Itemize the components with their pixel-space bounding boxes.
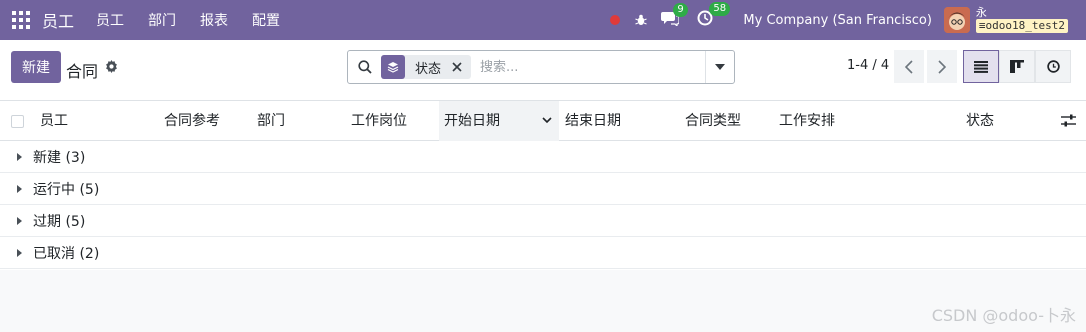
column-header-department[interactable]: 部门 (257, 101, 285, 141)
pager-value[interactable]: 1-4 / 4 (847, 58, 889, 73)
avatar-face-icon (943, 7, 970, 33)
group-label: 已取消 (2) (33, 245, 100, 262)
group-label: 运行中 (5) (33, 181, 100, 198)
activity-view-button[interactable] (1035, 50, 1071, 83)
menu-item-departments[interactable]: 部门 (148, 10, 176, 30)
messages-button[interactable]: 9 (661, 2, 688, 30)
chevron-right-icon (938, 59, 946, 74)
database-label: odoo18_test2 (985, 19, 1065, 32)
systray: 9 58 My Company (San Francisco) 永 ≡odoo1… (610, 0, 1086, 40)
gear-icon[interactable] (105, 60, 118, 73)
layers-icon (381, 55, 405, 79)
column-header-contract-reference[interactable]: 合同参考 (164, 101, 220, 141)
caret-right-icon (17, 152, 22, 161)
caret-right-icon (17, 216, 22, 225)
kanban-icon (1010, 60, 1024, 73)
clock-view-icon (1046, 60, 1060, 73)
list-view: 员工 合同参考 部门 工作岗位 开始日期 结束日期 合同类型 工作安排 状态 新… (0, 101, 1086, 270)
user-avatar[interactable] (943, 7, 970, 33)
database-name: ≡odoo18_test2 (975, 19, 1068, 33)
column-header-start-date[interactable]: 开始日期 (439, 101, 559, 141)
activities-button[interactable]: 58 (697, 2, 731, 30)
messages-count-badge: 9 (673, 2, 688, 17)
group-row-cancelled[interactable]: 已取消 (2) (0, 237, 1086, 269)
group-label: 过期 (5) (33, 213, 86, 230)
menu-item-employees[interactable]: 员工 (96, 10, 124, 30)
apps-menu-icon[interactable] (12, 11, 30, 29)
new-button[interactable]: 新建 (11, 51, 61, 83)
top-navbar: 员工 员工 部门 报表 配置 9 58 My Company (San Fran… (0, 0, 1086, 40)
caret-right-icon (17, 184, 22, 193)
watermark: CSDN @odoo-卜永 (931, 306, 1076, 325)
user-menu[interactable]: 永 ≡odoo18_test2 (975, 6, 1068, 33)
activities-count-badge: 58 (709, 2, 731, 16)
caret-right-icon (17, 248, 22, 257)
user-name: 永 (975, 6, 987, 19)
column-header-job-position[interactable]: 工作岗位 (351, 101, 407, 141)
pager-previous-button[interactable] (894, 50, 924, 83)
database-icon: ≡ (978, 19, 986, 32)
page-title: 合同 (66, 62, 99, 81)
search-options-toggle[interactable] (706, 51, 734, 83)
kanban-view-button[interactable] (999, 50, 1035, 83)
search-icon[interactable] (358, 60, 372, 74)
column-header-status[interactable]: 状态 (966, 101, 994, 141)
table-header: 员工 合同参考 部门 工作岗位 开始日期 结束日期 合同类型 工作安排 状态 (0, 101, 1086, 141)
record-icon[interactable] (610, 15, 621, 25)
company-switcher[interactable]: My Company (San Francisco) (743, 13, 931, 28)
select-all-checkbox[interactable] (11, 115, 24, 128)
sort-chevron-down-icon (542, 117, 552, 124)
group-row-expired[interactable]: 过期 (5) (0, 205, 1086, 237)
list-icon (974, 60, 988, 73)
search-input[interactable] (480, 57, 700, 77)
optional-columns-icon[interactable] (1061, 114, 1076, 128)
control-panel: 新建 合同 状态 搜索... 1-4 / 4 (0, 40, 1086, 101)
app-name[interactable]: 员工 (42, 8, 74, 32)
column-header-end-date[interactable]: 结束日期 (565, 101, 621, 141)
group-label: 新建 (3) (33, 149, 86, 166)
chevron-left-icon (905, 59, 913, 74)
debug-bug-icon[interactable] (635, 14, 648, 26)
remove-facet-icon[interactable] (451, 61, 463, 73)
list-view-button[interactable] (963, 50, 999, 83)
main-menu: 员工 部门 报表 配置 (84, 10, 292, 30)
group-row-new[interactable]: 新建 (3) (0, 141, 1086, 173)
search-facet[interactable]: 状态 (381, 55, 472, 79)
facet-label: 状态 (415, 61, 442, 77)
menu-item-reporting[interactable]: 报表 (200, 10, 228, 30)
group-row-running[interactable]: 运行中 (5) (0, 173, 1086, 205)
caret-down-icon (715, 64, 725, 70)
pager-next-button[interactable] (927, 50, 957, 83)
search-bar: 状态 (347, 50, 735, 84)
column-header-working-schedule[interactable]: 工作安排 (779, 101, 835, 141)
menu-item-configuration[interactable]: 配置 (252, 10, 280, 30)
column-header-contract-type[interactable]: 合同类型 (685, 101, 741, 141)
column-header-employee[interactable]: 员工 (40, 101, 68, 141)
column-header-start-date-label: 开始日期 (444, 113, 500, 129)
